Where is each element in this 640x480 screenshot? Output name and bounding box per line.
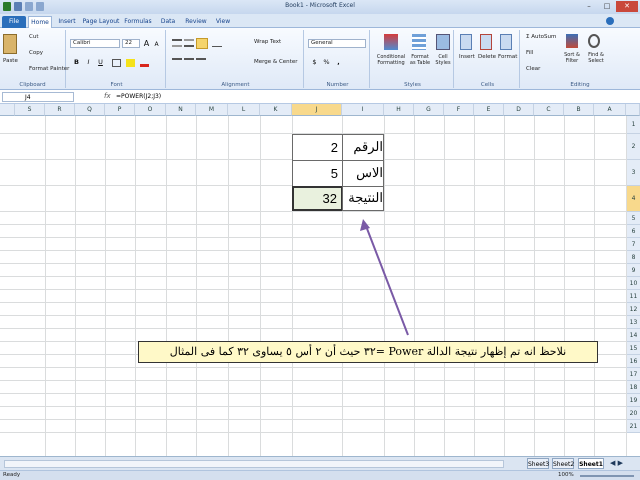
help-icon[interactable]	[606, 17, 614, 25]
tab-view[interactable]: View	[212, 16, 234, 28]
font-size-select[interactable]: 22	[122, 39, 140, 48]
borders-icon[interactable]	[112, 59, 121, 67]
find-select-icon[interactable]	[588, 34, 600, 48]
ribbon-tabs: File Home Insert Page Layout Formulas Da…	[0, 14, 640, 28]
cells-group-label: Cells	[480, 82, 495, 88]
horizontal-scrollbar[interactable]	[4, 460, 504, 468]
comma-button[interactable]: ,	[334, 58, 343, 67]
conditional-formatting-icon[interactable]	[384, 34, 398, 50]
alignment-group: Wrap Text Merge & Center Alignment	[168, 30, 304, 88]
font-name-value: Calibri	[73, 40, 91, 46]
font-group-label: Font	[110, 82, 123, 88]
maximize-button[interactable]: □	[598, 1, 616, 12]
format-painter-button[interactable]: Format Painter	[29, 66, 69, 72]
tab-review[interactable]: Review	[183, 16, 209, 28]
currency-button[interactable]: $	[310, 58, 319, 67]
sheet-tab-bar: Sheet3 Sheet2 Sheet1 ◀ ▶	[0, 456, 640, 470]
insert-cells-icon[interactable]	[460, 34, 472, 50]
cell-styles-button[interactable]: Cell Styles	[432, 54, 454, 66]
align-bottom-icon[interactable]	[196, 38, 208, 49]
ribbon: Paste Cut Copy Format Painter Clipboard …	[0, 28, 640, 90]
format-as-table-icon[interactable]	[412, 34, 426, 50]
grow-font-button[interactable]: A	[142, 39, 151, 48]
autosum-label: AutoSum	[531, 34, 557, 40]
autosum-button[interactable]: Σ AutoSum	[526, 34, 556, 40]
delete-cells-icon[interactable]	[480, 34, 492, 50]
tab-home[interactable]: Home	[28, 16, 52, 28]
merge-center-button[interactable]: Merge & Center	[254, 59, 297, 65]
tab-formulas[interactable]: Formulas	[123, 16, 153, 28]
font-size-value: 22	[125, 40, 132, 46]
paste-icon[interactable]	[3, 34, 17, 54]
shrink-font-button[interactable]: A	[152, 40, 161, 49]
styles-group: Conditional Formatting Format as Table C…	[372, 30, 454, 88]
font-name-select[interactable]: Calibri	[70, 39, 120, 48]
status-mode: Ready	[3, 472, 21, 478]
sort-filter-icon[interactable]	[566, 34, 578, 48]
format-cells-icon[interactable]	[500, 34, 512, 50]
editing-group-label: Editing	[570, 82, 590, 88]
font-group: Calibri 22 A A B I U Font	[68, 30, 166, 88]
cells-group: Insert Delete Format Cells	[456, 30, 520, 88]
tab-insert[interactable]: Insert	[55, 16, 79, 28]
formula-input[interactable]: =POWER(J2;J3)	[116, 93, 161, 100]
title-bar: Book1 - Microsoft Excel – □ ✕	[0, 0, 640, 14]
alignment-group-label: Alignment	[221, 82, 250, 88]
clipboard-group: Paste Cut Copy Format Painter Clipboard	[0, 30, 69, 88]
format-button[interactable]: Format	[498, 54, 517, 60]
number-group-label: Number	[326, 82, 349, 88]
insert-button[interactable]: Insert	[459, 54, 475, 60]
copy-button[interactable]: Copy	[29, 50, 43, 56]
tab-sheet1[interactable]: Sheet1	[578, 458, 604, 469]
number-format-select[interactable]: General	[308, 39, 366, 48]
tab-sheet2[interactable]: Sheet2	[552, 458, 574, 469]
formula-bar: J4 fx =POWER(J2;J3)	[0, 90, 640, 104]
annotation-note: نلاحظ انه تم إظهار نتيجة الدالة Power =٣…	[138, 341, 598, 363]
align-top-icon[interactable]	[172, 39, 182, 47]
find-select-button[interactable]: Find & Select	[584, 52, 608, 64]
tab-page-layout[interactable]: Page Layout	[82, 16, 120, 28]
callout-arrow	[360, 219, 409, 336]
wrap-text-button[interactable]: Wrap Text	[254, 39, 281, 45]
cut-button[interactable]: Cut	[29, 34, 38, 40]
fill-button[interactable]: Fill	[526, 50, 533, 56]
name-box[interactable]: J4	[2, 92, 74, 102]
font-color-icon[interactable]	[140, 59, 149, 67]
sort-filter-button[interactable]: Sort & Filter	[560, 52, 584, 64]
styles-group-label: Styles	[404, 82, 421, 88]
align-center-icon[interactable]	[184, 58, 194, 66]
tab-sheet3[interactable]: Sheet3	[527, 458, 549, 469]
align-right-icon[interactable]	[196, 58, 206, 66]
orientation-icon[interactable]	[212, 39, 222, 47]
clipboard-group-label: Clipboard	[19, 82, 46, 88]
number-group: General $ % , Number	[306, 30, 370, 88]
status-bar: Ready 100%	[0, 470, 640, 480]
worksheet-grid[interactable]: SRQPONMLKJIHGFEDCBA 1 2 3 4 5 6 7 8 9 10 11 12 13 14 1…	[0, 104, 640, 456]
align-middle-icon[interactable]	[184, 39, 194, 47]
underline-button[interactable]: U	[96, 58, 105, 67]
tab-data[interactable]: Data	[157, 16, 179, 28]
zoom-level[interactable]: 100%	[558, 472, 574, 478]
sheet-nav-icon[interactable]: ◀ ▶	[610, 459, 623, 467]
fill-color-icon[interactable]	[126, 59, 135, 67]
format-as-table-button[interactable]: Format as Table	[408, 54, 432, 66]
minimize-button[interactable]: –	[580, 1, 598, 12]
number-format-value: General	[311, 40, 333, 46]
window-title: Book1 - Microsoft Excel	[285, 2, 355, 9]
paste-button[interactable]: Paste	[3, 58, 18, 64]
insert-function-button[interactable]: fx	[104, 92, 111, 100]
cell-styles-icon[interactable]	[436, 34, 450, 50]
percent-button[interactable]: %	[322, 58, 331, 67]
italic-button[interactable]: I	[84, 58, 93, 67]
close-button[interactable]: ✕	[616, 1, 638, 12]
bold-button[interactable]: B	[72, 58, 81, 67]
editing-group: Σ AutoSum Fill Clear Sort & Filter Find …	[522, 30, 638, 88]
delete-button[interactable]: Delete	[478, 54, 496, 60]
conditional-formatting-button[interactable]: Conditional Formatting	[373, 54, 409, 66]
clear-button[interactable]: Clear	[526, 66, 540, 72]
tab-file[interactable]: File	[2, 16, 26, 28]
align-left-icon[interactable]	[172, 58, 182, 66]
zoom-slider[interactable]	[580, 475, 634, 477]
